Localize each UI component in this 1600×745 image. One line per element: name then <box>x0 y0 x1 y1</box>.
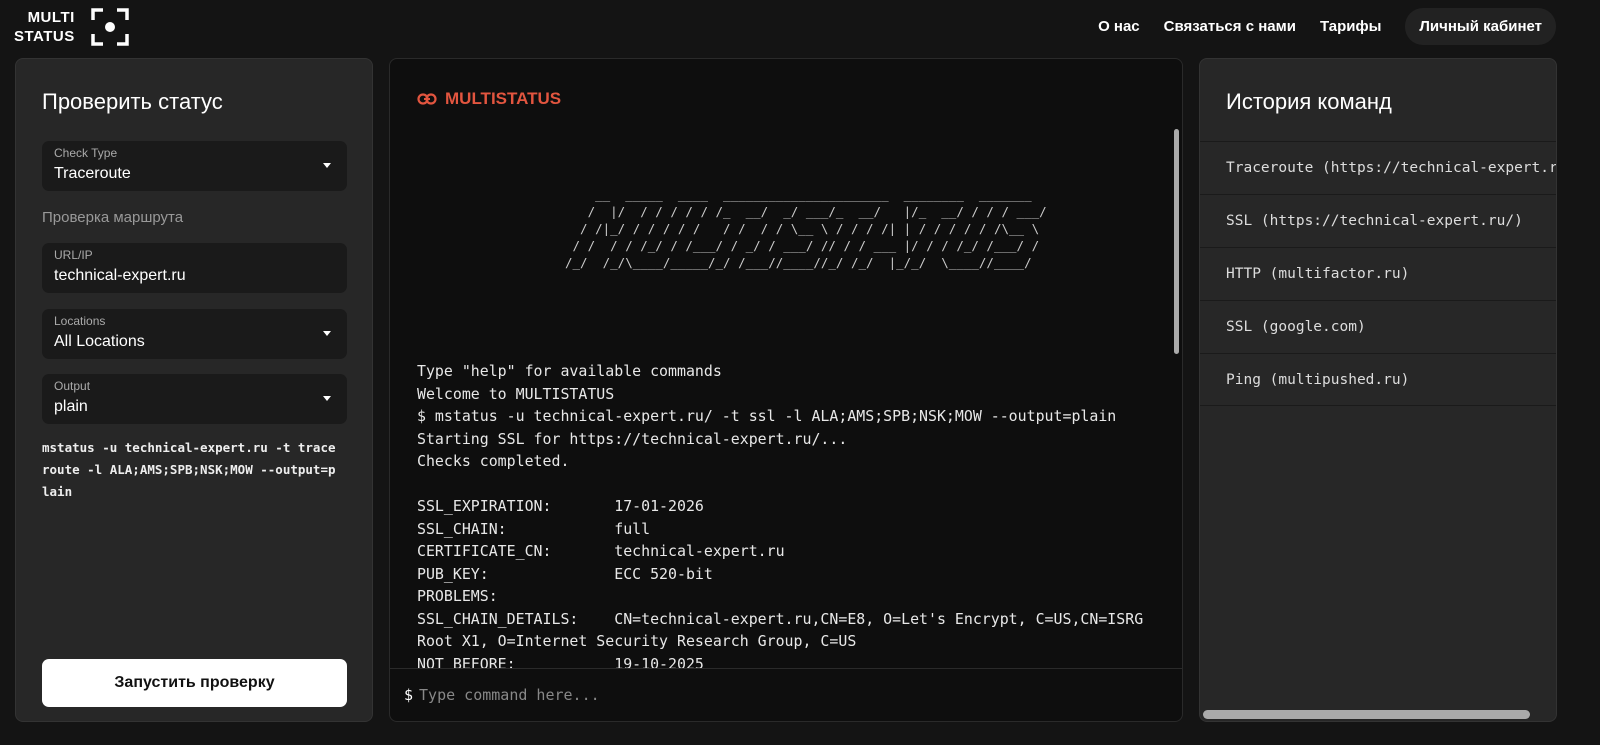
history-item[interactable]: SSL (google.com) <box>1200 300 1556 353</box>
prompt-symbol: $ <box>404 686 414 704</box>
terminal-line: Type "help" for available commands <box>417 362 722 380</box>
terminal-line: NOT_BEFORE: 19-10-2025 <box>417 654 704 670</box>
url-field[interactable]: URL/IP technical-expert.ru <box>42 243 347 293</box>
history-item[interactable]: Ping (multipushed.ru) <box>1200 353 1556 406</box>
logo-frame-icon <box>91 8 129 46</box>
logo[interactable]: MULTI STATUS <box>14 8 129 46</box>
terminal-scrollbar[interactable] <box>1174 129 1179 354</box>
nav-pricing[interactable]: Тарифы <box>1320 18 1381 35</box>
output-label: Output <box>54 379 91 393</box>
terminal-line: SSL_CHAIN_DETAILS: CN=technical-expert.r… <box>417 609 1144 628</box>
nav-contact[interactable]: Связаться с нами <box>1164 18 1296 35</box>
terminal-line: Welcome to MULTISTATUS <box>417 384 615 403</box>
logo-line1: MULTI <box>27 9 75 26</box>
history-panel: История команд Traceroute (https://techn… <box>1199 58 1557 722</box>
terminal-title: MULTISTATUS <box>417 89 561 109</box>
check-subtitle: Проверка маршрута <box>42 209 184 226</box>
history-item[interactable]: SSL (https://technical-expert.ru/) <box>1200 194 1556 247</box>
history-scrollbar[interactable] <box>1203 710 1530 719</box>
terminal-panel: MULTISTATUS __ _____ ____ ______________… <box>389 58 1183 722</box>
chevron-down-icon <box>323 331 331 336</box>
check-panel-title: Проверить статус <box>42 89 223 114</box>
terminal-line: Root X1, O=Internet Security Research Gr… <box>417 632 857 650</box>
terminal-line: SSL_CHAIN: full <box>417 519 651 538</box>
account-button[interactable]: Личный кабинет <box>1405 8 1556 45</box>
terminal-line: PUB_KEY: ECC 520-bit <box>417 564 713 583</box>
terminal-line: Checks completed. <box>417 452 570 470</box>
logo-line2: STATUS <box>14 28 75 45</box>
terminal-line: $ mstatus -u technical-expert.ru/ -t ssl… <box>417 407 1117 425</box>
chevron-down-icon <box>323 163 331 168</box>
chevron-down-icon <box>323 396 331 401</box>
locations-select[interactable]: Locations All Locations <box>42 309 347 359</box>
terminal-line: CERTIFICATE_CN: technical-expert.ru <box>417 542 785 560</box>
history-title: История команд <box>1226 89 1392 114</box>
header: MULTI STATUS О нас Связаться с нами Тариф… <box>0 0 1600 56</box>
terminal-line: SSL_EXPIRATION: 17-01-2026 <box>417 497 704 515</box>
history-item[interactable]: HTTP (multifactor.ru) <box>1200 247 1556 300</box>
command-input-bar: $ <box>390 668 1182 721</box>
command-preview: mstatus -u technical-expert.ru -t tracer… <box>42 440 336 499</box>
output-value: plain <box>54 398 88 415</box>
terminal-line: Starting SSL for https://technical-exper… <box>417 429 848 448</box>
history-list: Traceroute (https://technical-expert.ru/… <box>1200 141 1556 406</box>
url-value[interactable]: technical-expert.ru <box>54 267 186 285</box>
check-panel: Проверить статус Check Type Traceroute П… <box>15 58 373 722</box>
terminal-title-text: MULTISTATUS <box>445 89 562 108</box>
ascii-art-banner: __ _____ ____ ______________________ ___… <box>565 187 1047 270</box>
terminal-output: __ _____ ____ ______________________ ___… <box>417 135 1157 669</box>
nav-about[interactable]: О нас <box>1098 18 1140 35</box>
url-label: URL/IP <box>54 248 93 262</box>
locations-value: All Locations <box>54 333 145 350</box>
check-type-value: Traceroute <box>54 165 131 182</box>
link-icon <box>417 93 437 105</box>
history-item[interactable]: Traceroute (https://technical-expert.ru/… <box>1200 141 1556 194</box>
run-check-button[interactable]: Запустить проверку <box>42 659 347 707</box>
check-type-label: Check Type <box>54 146 118 160</box>
command-input[interactable] <box>419 686 1120 704</box>
locations-label: Locations <box>54 314 106 328</box>
top-nav: О нас Связаться с нами Тарифы Личный каб… <box>1098 8 1556 45</box>
terminal-line: PROBLEMS: <box>417 587 498 605</box>
check-type-select[interactable]: Check Type Traceroute <box>42 141 347 191</box>
output-select[interactable]: Output plain <box>42 374 347 424</box>
